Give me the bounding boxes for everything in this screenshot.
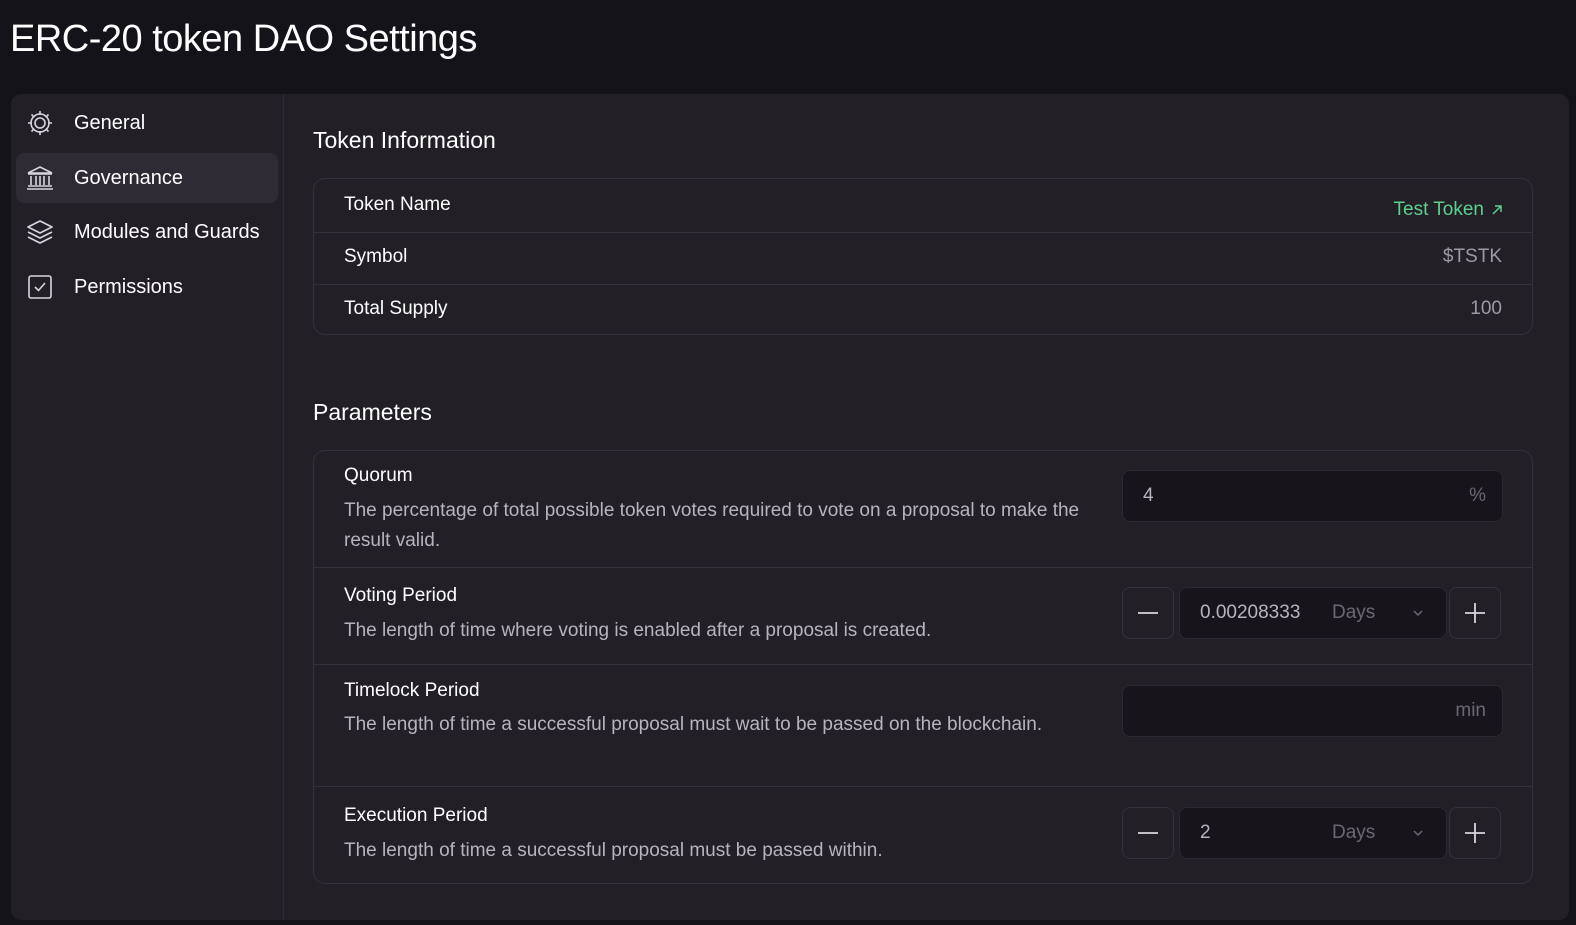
voting-period-decrement-button[interactable] — [1122, 587, 1174, 639]
plus-icon — [1465, 823, 1485, 843]
token-info-title: Token Information — [313, 127, 496, 153]
external-link-icon — [1492, 205, 1502, 215]
token-name-label: Token Name — [344, 194, 451, 215]
settings-sidebar: General Governance Modules and Guards Pe… — [11, 94, 284, 920]
unit-label: Days — [1332, 822, 1376, 843]
sidebar-item-permissions[interactable]: Permissions — [16, 262, 278, 312]
page-title: ERC-20 token DAO Settings — [10, 18, 477, 60]
table-row: Token Name Test Token — [314, 179, 1532, 233]
quorum-row: Quorum The percentage of total possible … — [314, 451, 1532, 568]
chevron-down-icon — [1413, 610, 1423, 617]
execution-period-label: Execution Period — [344, 805, 488, 826]
gear-icon — [26, 109, 54, 137]
unit-label: Days — [1332, 602, 1376, 623]
checkbox-icon — [26, 273, 54, 301]
execution-period-increment-button[interactable] — [1449, 807, 1501, 859]
sidebar-item-label: Permissions — [74, 275, 183, 298]
symbol-label: Symbol — [344, 246, 408, 267]
minus-icon — [1138, 832, 1158, 834]
voting-period-label: Voting Period — [344, 585, 458, 606]
table-row: Total Supply 100 — [314, 285, 1532, 335]
token-info-card: Token Name Test Token Symbol $TSTK Total… — [313, 178, 1533, 335]
voting-period-row: Voting Period The length of time where v… — [314, 568, 1532, 665]
plus-icon — [1465, 603, 1485, 623]
parameters-title: Parameters — [313, 399, 432, 425]
table-row: Symbol $TSTK — [314, 233, 1532, 285]
symbol-value: $TSTK — [1442, 246, 1502, 267]
voting-period-input[interactable]: 0.00208333 Days — [1179, 587, 1447, 639]
layers-icon — [26, 218, 54, 246]
token-name-value: Test Token — [1393, 199, 1484, 220]
voting-period-value: 0.00208333 — [1200, 602, 1301, 623]
bank-icon — [26, 164, 54, 192]
execution-period-decrement-button[interactable] — [1122, 807, 1174, 859]
voting-period-unit-select[interactable]: Days — [1332, 602, 1425, 624]
timelock-period-suffix: min — [1455, 700, 1486, 721]
sidebar-item-label: Modules and Guards — [74, 220, 260, 243]
quorum-label: Quorum — [344, 465, 413, 486]
sidebar-item-governance[interactable]: Governance — [16, 153, 278, 203]
quorum-description: The percentage of total possible token v… — [344, 500, 1080, 551]
token-name-link[interactable]: Test Token — [1394, 199, 1504, 221]
timelock-period-row: Timelock Period The length of time a suc… — [314, 665, 1532, 787]
settings-panel: General Governance Modules and Guards Pe… — [11, 94, 1569, 920]
chevron-down-icon — [1413, 830, 1423, 837]
voting-period-description: The length of time where voting is enabl… — [344, 620, 932, 641]
execution-period-input[interactable]: 2 Days — [1179, 807, 1447, 859]
execution-period-value: 2 — [1200, 822, 1211, 843]
execution-period-unit-select[interactable]: Days — [1332, 822, 1425, 844]
sidebar-item-general[interactable]: General — [16, 98, 278, 148]
minus-icon — [1138, 612, 1158, 614]
sidebar-item-label: General — [74, 111, 146, 134]
quorum-suffix: % — [1469, 485, 1486, 506]
timelock-period-input[interactable]: min — [1122, 685, 1503, 737]
total-supply-label: Total Supply — [344, 298, 448, 319]
execution-period-description: The length of time a successful proposal… — [344, 840, 883, 861]
voting-period-increment-button[interactable] — [1449, 587, 1501, 639]
execution-period-row: Execution Period The length of time a su… — [314, 787, 1532, 884]
quorum-input[interactable]: 4 % — [1122, 470, 1503, 522]
quorum-value: 4 — [1143, 485, 1154, 506]
parameters-card: Quorum The percentage of total possible … — [313, 450, 1533, 884]
timelock-period-label: Timelock Period — [344, 680, 480, 701]
total-supply-value: 100 — [1470, 298, 1502, 319]
sidebar-item-modules-and-guards[interactable]: Modules and Guards — [16, 207, 278, 257]
sidebar-item-label: Governance — [74, 166, 183, 189]
timelock-period-description: The length of time a successful proposal… — [344, 714, 1043, 735]
